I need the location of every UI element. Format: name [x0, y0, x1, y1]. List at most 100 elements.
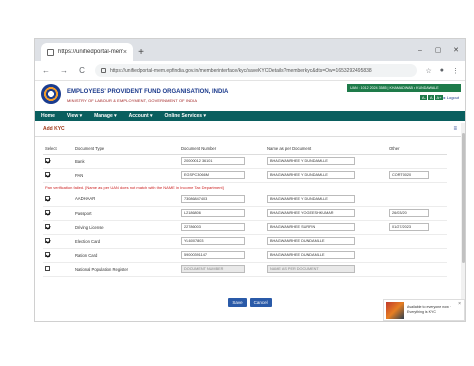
select-cell	[43, 206, 73, 221]
other-cell	[387, 248, 447, 263]
profile-icon[interactable]: ●	[440, 67, 444, 74]
select-checkbox[interactable]	[45, 210, 50, 215]
other-cell	[387, 192, 447, 207]
document-number-input[interactable]: 22786003	[181, 223, 245, 231]
page-icon	[47, 48, 54, 56]
table-row: AADHAAR 73086847403 BHAGWANRHEE Y DUNDAMLL…	[43, 192, 447, 207]
document-number-input[interactable]: EGSPC3066M	[181, 171, 245, 179]
site-header: EMPLOYEES' PROVIDENT FUND ORGANISATION, …	[35, 81, 465, 111]
cancel-button[interactable]: Cancel	[249, 298, 272, 307]
font-normal-button[interactable]: A	[428, 95, 434, 100]
font-size-controls: A- A A+	[420, 95, 443, 100]
epfo-logo	[41, 84, 61, 104]
document-type: Passport	[73, 206, 179, 221]
nav-online-services[interactable]: Online Services ▾	[165, 113, 206, 119]
document-number-input[interactable]: 73086847403	[181, 194, 245, 203]
document-number-input[interactable]: L2186806	[181, 209, 245, 217]
document-number-input[interactable]: DOCUMENT NUMBER	[181, 265, 245, 273]
minimize-button[interactable]: –	[411, 47, 429, 54]
select-checkbox[interactable]	[45, 252, 50, 257]
document-name-cell: BHAGWANRHEE DUNDAMLLE	[265, 248, 387, 263]
tab-title: https://unifiedportal-mem.e	[58, 49, 123, 55]
other-input[interactable]: 26/03/20	[389, 209, 429, 217]
name-as-per-document-input[interactable]: BHAGWANRHEE YOGEESHKUMAR	[267, 209, 355, 217]
nav-account[interactable]: Account ▾	[129, 113, 153, 119]
other-input[interactable]: CORT0020	[389, 171, 429, 179]
page-title: Add KYC	[43, 125, 65, 132]
tab-close-icon[interactable]: ×	[123, 49, 127, 56]
other-cell: 01/27/2023	[387, 220, 447, 235]
panel-menu-icon[interactable]: ≡	[453, 126, 457, 132]
table-row: Passport L2186806 BHAGWANRHEE YOGEESHKUMAR…	[43, 206, 447, 221]
other-input[interactable]: 01/27/2023	[389, 223, 429, 231]
toast-text: Available to everyone now · Everything i…	[407, 305, 452, 314]
font-increase-button[interactable]: A+	[434, 95, 443, 100]
scrollbar-thumb[interactable]	[461, 133, 465, 263]
site-content: EMPLOYEES' PROVIDENT FUND ORGANISATION, …	[35, 81, 465, 321]
notification-toast[interactable]: Available to everyone now · Everything i…	[383, 299, 465, 321]
document-number-cell: DOCUMENT NUMBER	[179, 262, 265, 277]
select-checkbox[interactable]	[45, 172, 50, 177]
col-other: Other	[387, 143, 447, 155]
document-type: PAN	[73, 168, 179, 183]
back-button[interactable]: ←	[41, 66, 51, 75]
main-nav: Home View ▾ Manage ▾ Account ▾ Online Se…	[35, 111, 465, 121]
bookmark-star-icon[interactable]: ☆	[425, 67, 431, 75]
select-checkbox[interactable]	[45, 238, 50, 243]
document-type: AADHAAR	[73, 192, 179, 207]
maximize-button[interactable]: ▢	[429, 46, 447, 54]
document-name-cell: NAME AS PER DOCUMENT	[265, 262, 387, 277]
document-name-cell: BHAGWANRHEE Y DUNDAMLLE	[265, 192, 387, 207]
lock-icon	[101, 68, 106, 73]
toast-image	[386, 301, 404, 319]
select-cell	[43, 234, 73, 249]
select-checkbox[interactable]	[45, 224, 50, 229]
logout-link[interactable]: ▸ Logout	[444, 95, 459, 100]
table-row: National Population Register DOCUMENT NUM…	[43, 262, 447, 277]
new-tab-button[interactable]: +	[133, 43, 149, 61]
select-cell	[43, 262, 73, 277]
save-button[interactable]: Save	[228, 298, 247, 307]
document-number-cell: 22786003	[179, 220, 265, 235]
forward-button[interactable]: →	[59, 66, 69, 75]
document-number-input[interactable]: 20000012 36101	[181, 157, 245, 165]
window-controls: – ▢ ✕	[411, 39, 465, 61]
browser-tab[interactable]: https://unifiedportal-mem.e ×	[41, 43, 133, 61]
nav-manage[interactable]: Manage ▾	[94, 113, 117, 119]
page-scrollbar[interactable]	[461, 123, 465, 321]
document-name-cell: BHAGWANRHEE SURFIN	[265, 220, 387, 235]
other-cell: CORT0020	[387, 168, 447, 183]
toast-close-icon[interactable]: ×	[458, 301, 461, 307]
font-decrease-button[interactable]: A-	[420, 95, 428, 100]
reload-button[interactable]: C	[77, 66, 87, 75]
select-checkbox[interactable]	[45, 195, 50, 201]
select-checkbox[interactable]	[45, 266, 50, 271]
window-close-button[interactable]: ✕	[447, 46, 465, 54]
name-as-per-document-input[interactable]: BHAGWANRHEE Y DUNDAMLLE	[267, 171, 355, 179]
select-cell	[43, 192, 73, 207]
browser-menu-icon[interactable]: ⋮	[452, 67, 459, 75]
url-text: https://unifiedportal-mem.epfindia.gov.i…	[110, 67, 372, 74]
name-as-per-document-input[interactable]: BHAGWANRHEE SURFIN	[267, 223, 355, 231]
document-number-input[interactable]: 59000391147	[181, 251, 245, 259]
table-header-row: Select Document Type Document Number Nam…	[43, 143, 447, 155]
document-number-input[interactable]: YL6007803	[181, 237, 245, 245]
other-cell	[387, 154, 447, 169]
name-as-per-document-input[interactable]: BHAGWANRHEE Y DUNDAMLLE	[267, 194, 355, 203]
name-as-per-document-input[interactable]: BHAGWANRHEE DUNDAMLLE	[267, 237, 355, 245]
nav-view[interactable]: View ▾	[67, 113, 82, 119]
org-name: EMPLOYEES' PROVIDENT FUND ORGANISATION, …	[67, 89, 229, 95]
tab-strip: https://unifiedportal-mem.e × + – ▢ ✕	[35, 39, 465, 61]
table-row: PAN EGSPC3066M BHAGWANRHEE Y DUNDAMLLE CORT…	[43, 168, 447, 183]
name-as-per-document-input[interactable]: BHAGWANRHEE Y DUNDAMLLE	[267, 157, 355, 165]
document-type: Bank	[73, 154, 179, 169]
address-bar[interactable]: https://unifiedportal-mem.epfindia.gov.i…	[95, 64, 418, 77]
nav-home[interactable]: Home	[41, 113, 55, 119]
pan-error-message: Pan verification failed. [Name as per UA…	[45, 184, 224, 190]
name-as-per-document-input[interactable]: NAME AS PER DOCUMENT	[267, 265, 355, 273]
browser-toolbar: ← → C https://unifiedportal-mem.epfindia…	[35, 61, 465, 81]
name-as-per-document-input[interactable]: BHAGWANRHEE DUNDAMLLE	[267, 251, 355, 259]
document-number-cell: EGSPC3066M	[179, 168, 265, 183]
other-cell	[387, 262, 447, 277]
select-checkbox[interactable]	[45, 158, 50, 163]
